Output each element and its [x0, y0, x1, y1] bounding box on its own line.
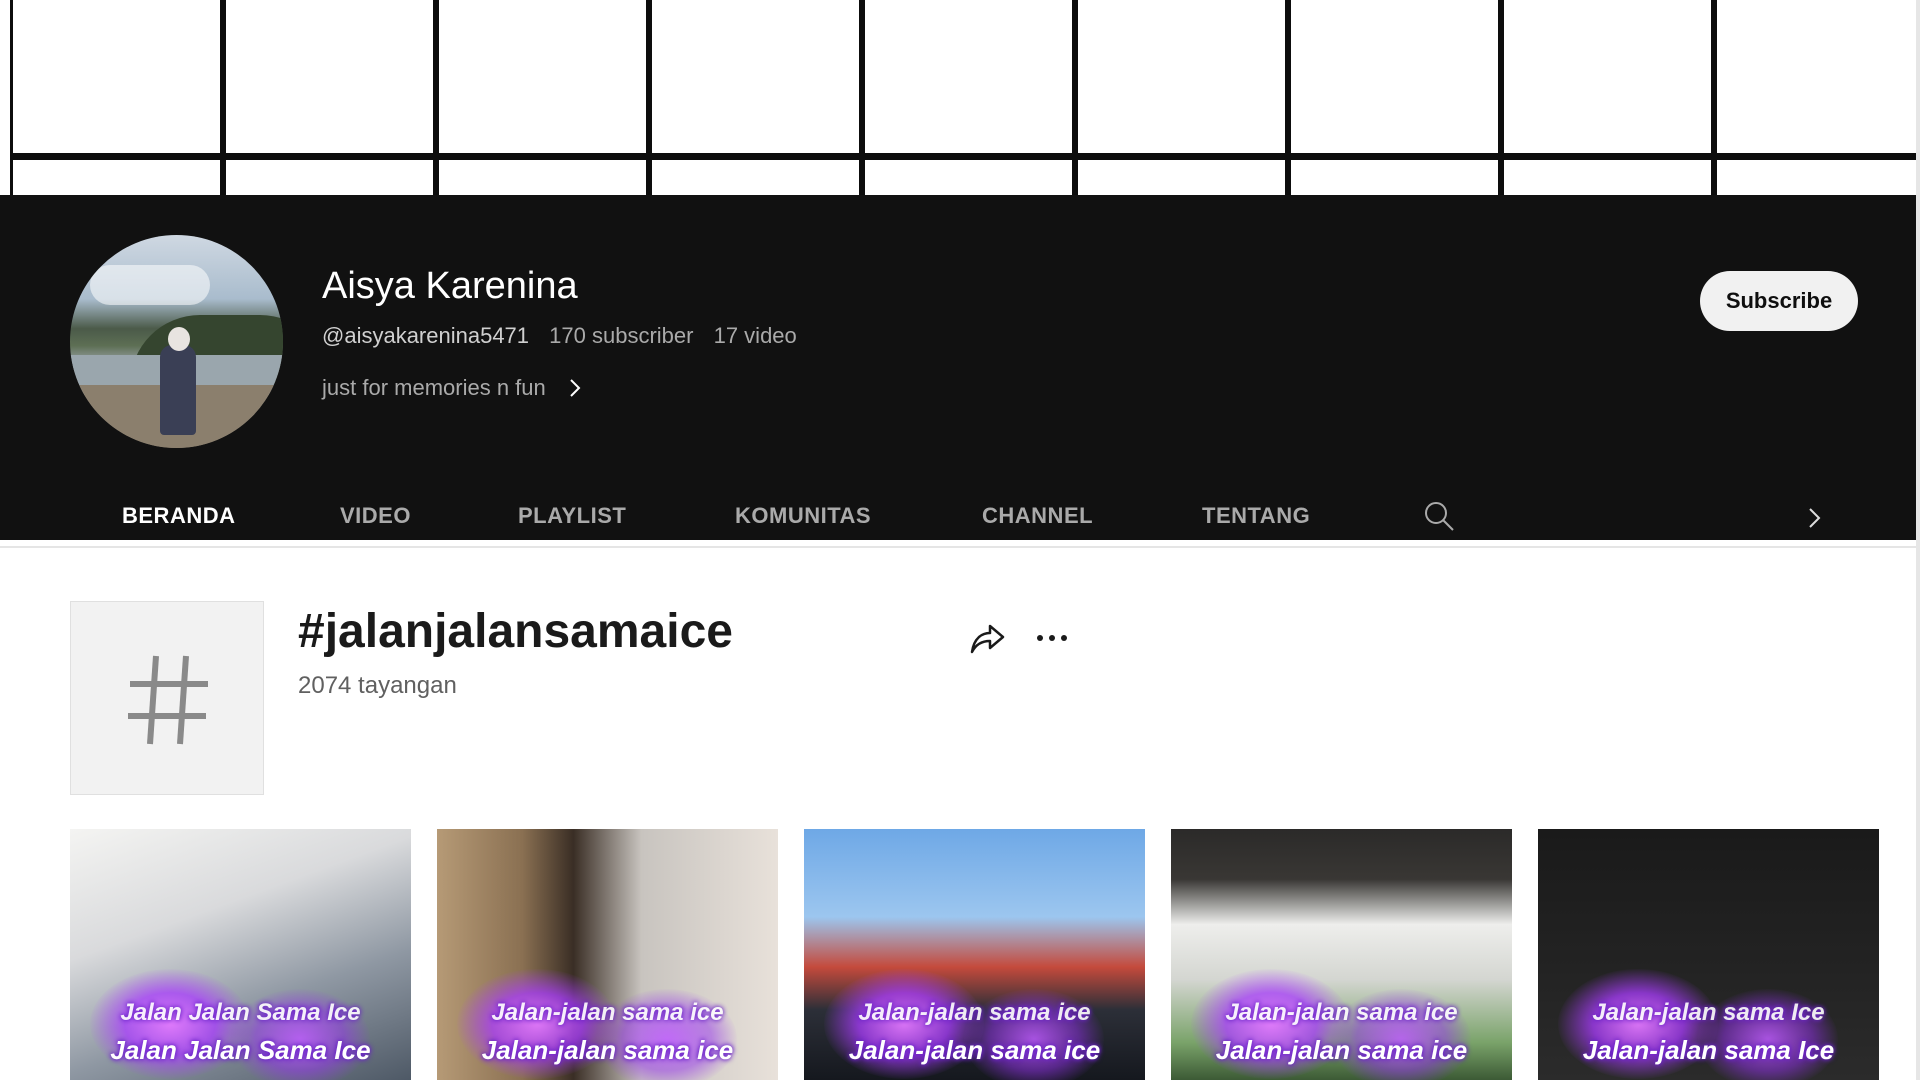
thumbnail-caption: Jalan-jalan sama ice	[848, 1035, 1101, 1065]
page-edge	[1916, 0, 1920, 1080]
channel-name: Aisya Karenina	[322, 265, 578, 307]
avatar-cloud	[90, 265, 210, 305]
thumbnail-caption: Jalan-jalan sama ice	[491, 999, 724, 1026]
section-divider	[0, 546, 1916, 548]
avatar-person	[160, 345, 196, 435]
avatar-head	[168, 327, 190, 351]
channel-banner	[10, 0, 1916, 195]
video-thumbnail[interactable]: Jalan-jalan sama ice Jalan-jalan sama ic…	[804, 829, 1145, 1080]
chevron-right-icon[interactable]	[1802, 505, 1826, 531]
video-thumbnail[interactable]: Jalan Jalan Sama Ice Jalan Jalan Sama Ic…	[70, 829, 411, 1080]
more-horizontal-icon[interactable]	[1032, 624, 1072, 652]
tab-tentang[interactable]: TENTANG	[1202, 503, 1310, 529]
hashtag-views: 2074 tayangan	[298, 672, 457, 699]
tab-video[interactable]: VIDEO	[340, 503, 411, 529]
hashtag-thumbnail	[70, 601, 264, 795]
video-thumbnail[interactable]: Jalan-jalan sama ice Jalan-jalan sama ic…	[437, 829, 778, 1080]
thumbnail-caption: Jalan-jalan sama ice	[481, 1035, 734, 1065]
hashtag-icon	[128, 655, 208, 745]
thumbnail-caption: Jalan-jalan sama Ice	[1582, 1035, 1835, 1065]
search-icon[interactable]	[1422, 499, 1456, 533]
thumbnail-caption: Jalan Jalan Sama Ice	[110, 1035, 371, 1065]
hashtag-title: #jalanjalansamaice	[298, 605, 733, 658]
thumbnail-caption: Jalan-jalan sama ice	[858, 999, 1091, 1026]
subscriber-count: 170 subscriber	[549, 323, 694, 348]
thumbnail-caption: Jalan-jalan sama ice	[1215, 1035, 1468, 1065]
channel-handle: @aisyakarenina5471	[322, 323, 530, 348]
avatar[interactable]	[70, 235, 283, 448]
video-thumbnails: Jalan Jalan Sama Ice Jalan Jalan Sama Ic…	[70, 829, 1879, 1080]
thumbnail-caption: Jalan-jalan sama Ice	[1592, 999, 1825, 1026]
chevron-right-icon	[570, 379, 581, 397]
video-thumbnail[interactable]: Jalan-jalan sama Ice Jalan-jalan sama Ic…	[1538, 829, 1879, 1080]
tab-komunitas[interactable]: KOMUNITAS	[735, 503, 871, 529]
channel-description[interactable]: just for memories n fun	[322, 375, 584, 401]
thumbnail-caption: Jalan Jalan Sama Ice	[120, 999, 361, 1026]
channel-meta: @aisyakarenina5471 170 subscriber 17 vid…	[322, 323, 797, 349]
video-count: 17 video	[713, 323, 797, 348]
thumbnail-caption: Jalan-jalan sama ice	[1225, 999, 1458, 1026]
share-icon[interactable]	[966, 618, 1006, 658]
tab-channel[interactable]: CHANNEL	[982, 503, 1093, 529]
channel-tabs: BERANDA VIDEO PLAYLIST KOMUNITAS CHANNEL…	[0, 495, 1916, 540]
tab-playlist[interactable]: PLAYLIST	[518, 503, 626, 529]
tab-beranda[interactable]: BERANDA	[122, 503, 236, 529]
video-thumbnail[interactable]: Jalan-jalan sama ice Jalan-jalan sama ic…	[1171, 829, 1512, 1080]
channel-header: Aisya Karenina @aisyakarenina5471 170 su…	[0, 195, 1916, 540]
subscribe-button[interactable]: Subscribe	[1700, 271, 1858, 331]
channel-description-text: just for memories n fun	[322, 375, 546, 400]
